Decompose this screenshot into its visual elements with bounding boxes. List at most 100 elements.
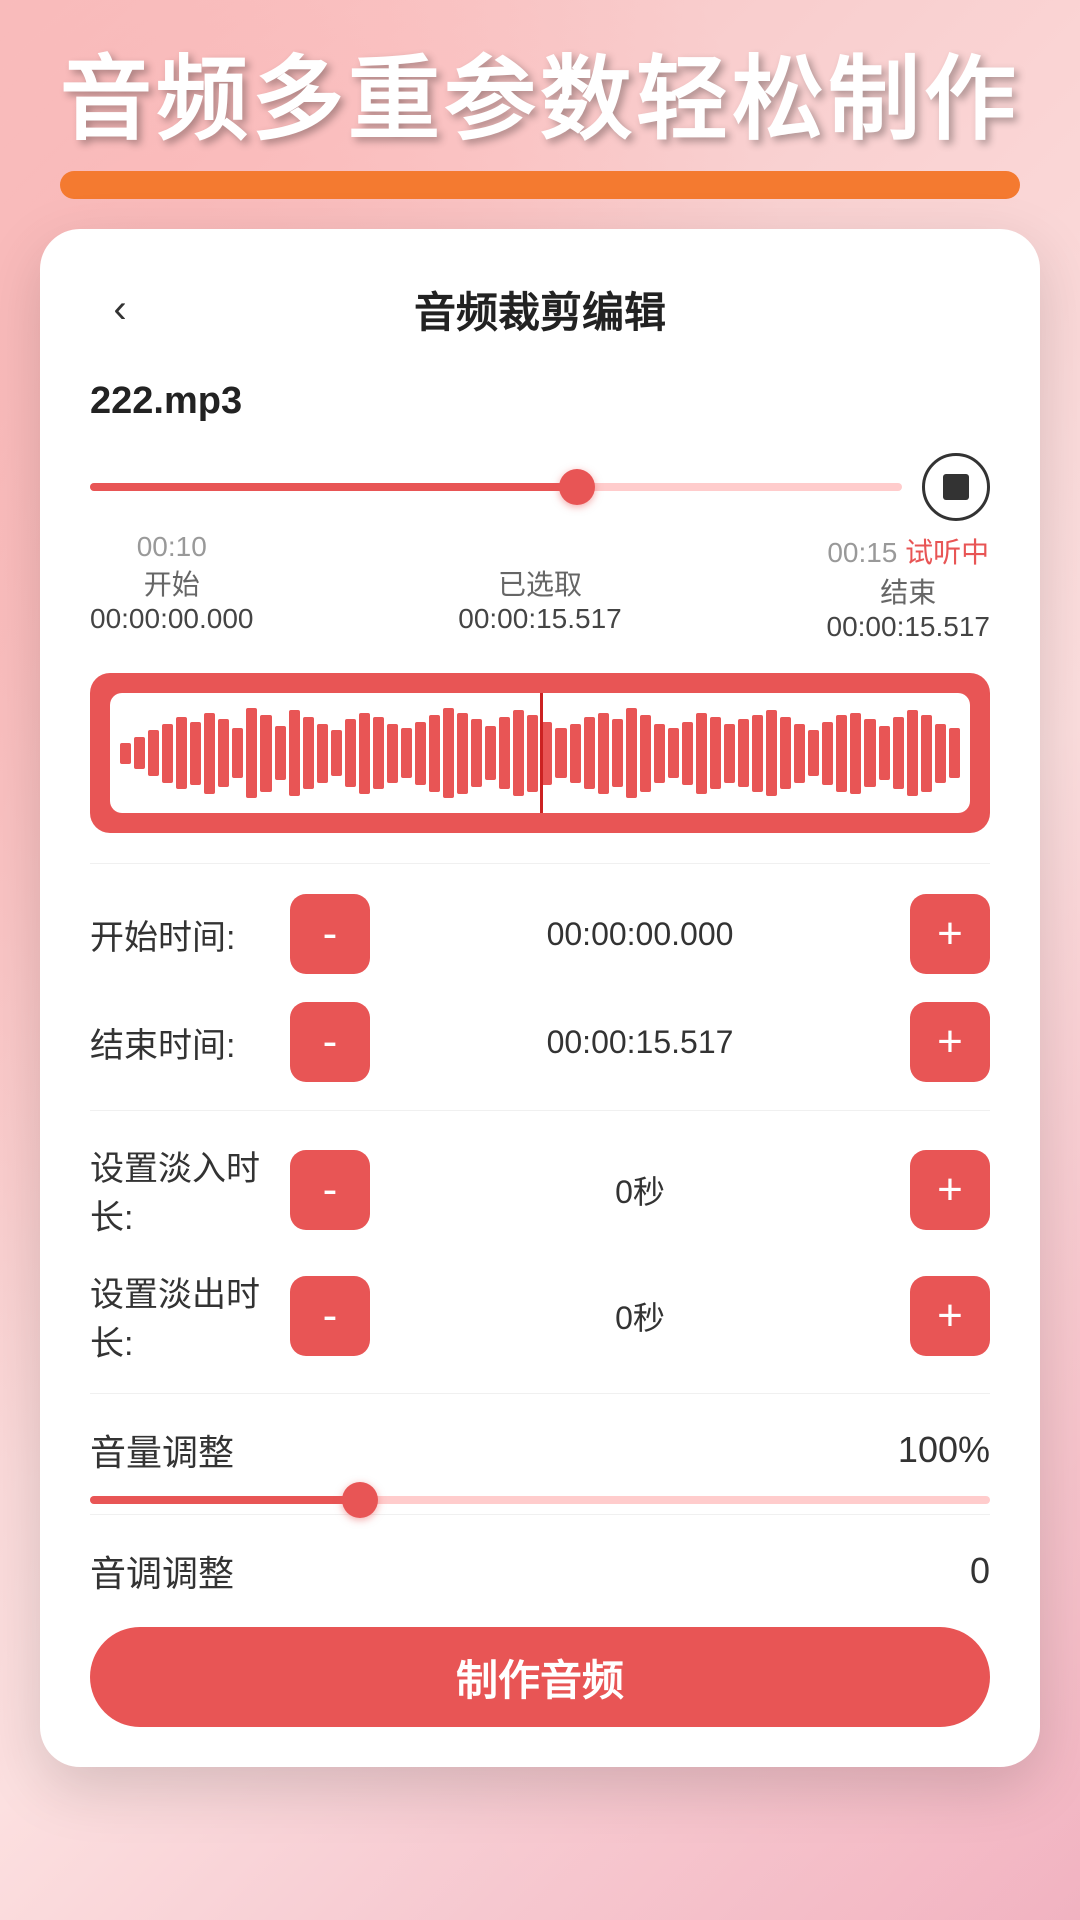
- waveform-bar: [345, 719, 356, 787]
- waveform-bar: [850, 713, 861, 794]
- waveform-bar: [232, 728, 243, 778]
- fade-in-minus-button[interactable]: -: [290, 1150, 370, 1230]
- fade-out-minus-button[interactable]: -: [290, 1276, 370, 1356]
- waveform-bar: [373, 717, 384, 789]
- waveform-bar: [429, 715, 440, 792]
- waveform-bar: [527, 715, 538, 792]
- end-time-label: 结束时间:: [90, 1018, 290, 1067]
- hero-underline: [60, 171, 1020, 199]
- selected-value: 00:00:15.517: [458, 603, 622, 635]
- make-audio-button[interactable]: 制作音频: [90, 1627, 990, 1727]
- start-label: 开始: [90, 563, 254, 603]
- selected-time-item: 已选取 00:00:15.517: [458, 531, 622, 643]
- waveform-bar: [879, 726, 890, 780]
- fade-out-row: 设置淡出时长: - 0秒 +: [90, 1267, 990, 1365]
- fade-in-row: 设置淡入时长: - 0秒 +: [90, 1141, 990, 1239]
- pitch-label: 音调调整: [90, 1545, 234, 1597]
- progress-track[interactable]: [90, 483, 902, 491]
- waveform-bar: [598, 713, 609, 794]
- waveform-bar: [766, 710, 777, 796]
- waveform-cursor: [540, 693, 543, 813]
- waveform-bar: [218, 719, 229, 787]
- waveform-bar: [612, 719, 623, 787]
- fade-out-plus-button[interactable]: +: [910, 1276, 990, 1356]
- waveform-bar: [303, 717, 314, 789]
- status-badge: 试听中: [905, 537, 989, 568]
- start-clock: 00:10: [90, 531, 254, 563]
- waveform-bar: [822, 722, 833, 785]
- waveform-bar: [260, 715, 271, 792]
- waveform-bar: [584, 717, 595, 789]
- fade-out-value: 0秒: [370, 1293, 910, 1339]
- waveform-bar: [289, 710, 300, 796]
- end-label: 结束: [827, 571, 991, 611]
- volume-section: 音量调整 100%: [90, 1393, 990, 1504]
- waveform-bar: [359, 713, 370, 794]
- waveform-bar: [176, 717, 187, 789]
- waveform-bar: [710, 717, 721, 789]
- waveform-bar: [513, 710, 524, 796]
- waveform-bar: [626, 708, 637, 798]
- volume-header: 音量调整 100%: [90, 1424, 990, 1476]
- waveform-bar: [148, 730, 159, 776]
- pitch-value: 0: [970, 1550, 990, 1592]
- start-time-label: 开始时间:: [90, 910, 290, 959]
- waveform-bar: [275, 726, 286, 780]
- waveform-bar: [780, 717, 791, 789]
- volume-slider[interactable]: [90, 1496, 990, 1504]
- start-time-minus-button[interactable]: -: [290, 894, 370, 974]
- stop-button[interactable]: [922, 453, 990, 521]
- progress-fill: [90, 483, 577, 491]
- waveform-bar: [752, 715, 763, 792]
- volume-label: 音量调整: [90, 1424, 234, 1476]
- card-header: ‹ 音频裁剪编辑: [90, 279, 990, 340]
- start-time-row: 开始时间: - 00:00:00.000 +: [90, 894, 990, 974]
- end-clock: 00:15: [827, 537, 897, 568]
- waveform-bar: [696, 713, 707, 794]
- waveform-bar: [120, 743, 131, 764]
- end-value: 00:00:15.517: [827, 611, 991, 643]
- file-name: 222.mp3: [90, 380, 990, 423]
- waveform-bar: [794, 724, 805, 783]
- page-title: 音频裁剪编辑: [414, 279, 666, 340]
- waveform-bar: [893, 717, 904, 789]
- waveform-bar: [682, 722, 693, 785]
- waveform-bar: [134, 737, 145, 769]
- waveform-bar: [485, 726, 496, 780]
- selected-spacer: [458, 531, 622, 563]
- end-time-value: 00:00:15.517: [370, 1024, 910, 1061]
- end-time-row: 结束时间: - 00:00:15.517 +: [90, 1002, 990, 1082]
- waveform-bar: [471, 719, 482, 787]
- waveform-bar: [935, 724, 946, 783]
- waveform-bar: [724, 724, 735, 783]
- waveform-bar: [162, 724, 173, 783]
- fade-in-plus-button[interactable]: +: [910, 1150, 990, 1230]
- pitch-header: 音调调整 0: [90, 1545, 990, 1597]
- end-clock-row: 00:15 试听中: [827, 531, 991, 571]
- back-button[interactable]: ‹: [90, 280, 150, 340]
- start-time-section: 开始时间: - 00:00:00.000 + 结束时间: - 00:00:15.…: [90, 863, 990, 1082]
- waveform-bar: [190, 722, 201, 785]
- waveform-container[interactable]: [90, 673, 990, 833]
- make-audio-label: 制作音频: [456, 1647, 624, 1708]
- start-time-plus-button[interactable]: +: [910, 894, 990, 974]
- fade-in-value: 0秒: [370, 1167, 910, 1213]
- waveform-bar: [415, 722, 426, 785]
- end-time-plus-button[interactable]: +: [910, 1002, 990, 1082]
- waveform-bar: [387, 724, 398, 783]
- fade-in-label: 设置淡入时长:: [90, 1141, 290, 1239]
- waveform-bar: [246, 708, 257, 798]
- app-card: ‹ 音频裁剪编辑 222.mp3 00:10 开始 00:00:00.000 已…: [40, 229, 1040, 1767]
- end-time-minus-button[interactable]: -: [290, 1002, 370, 1082]
- time-labels: 00:10 开始 00:00:00.000 已选取 00:00:15.517 0…: [90, 531, 990, 643]
- waveform-bar: [808, 730, 819, 776]
- start-value: 00:00:00.000: [90, 603, 254, 635]
- waveform-inner: [110, 693, 970, 813]
- waveform-bar: [499, 717, 510, 789]
- waveform-bar: [864, 719, 875, 787]
- waveform-bar: [654, 724, 665, 783]
- end-time-item: 00:15 试听中 结束 00:00:15.517: [827, 531, 991, 643]
- volume-fill: [90, 1496, 360, 1504]
- waveform-bar: [668, 728, 679, 778]
- volume-thumb: [342, 1482, 378, 1518]
